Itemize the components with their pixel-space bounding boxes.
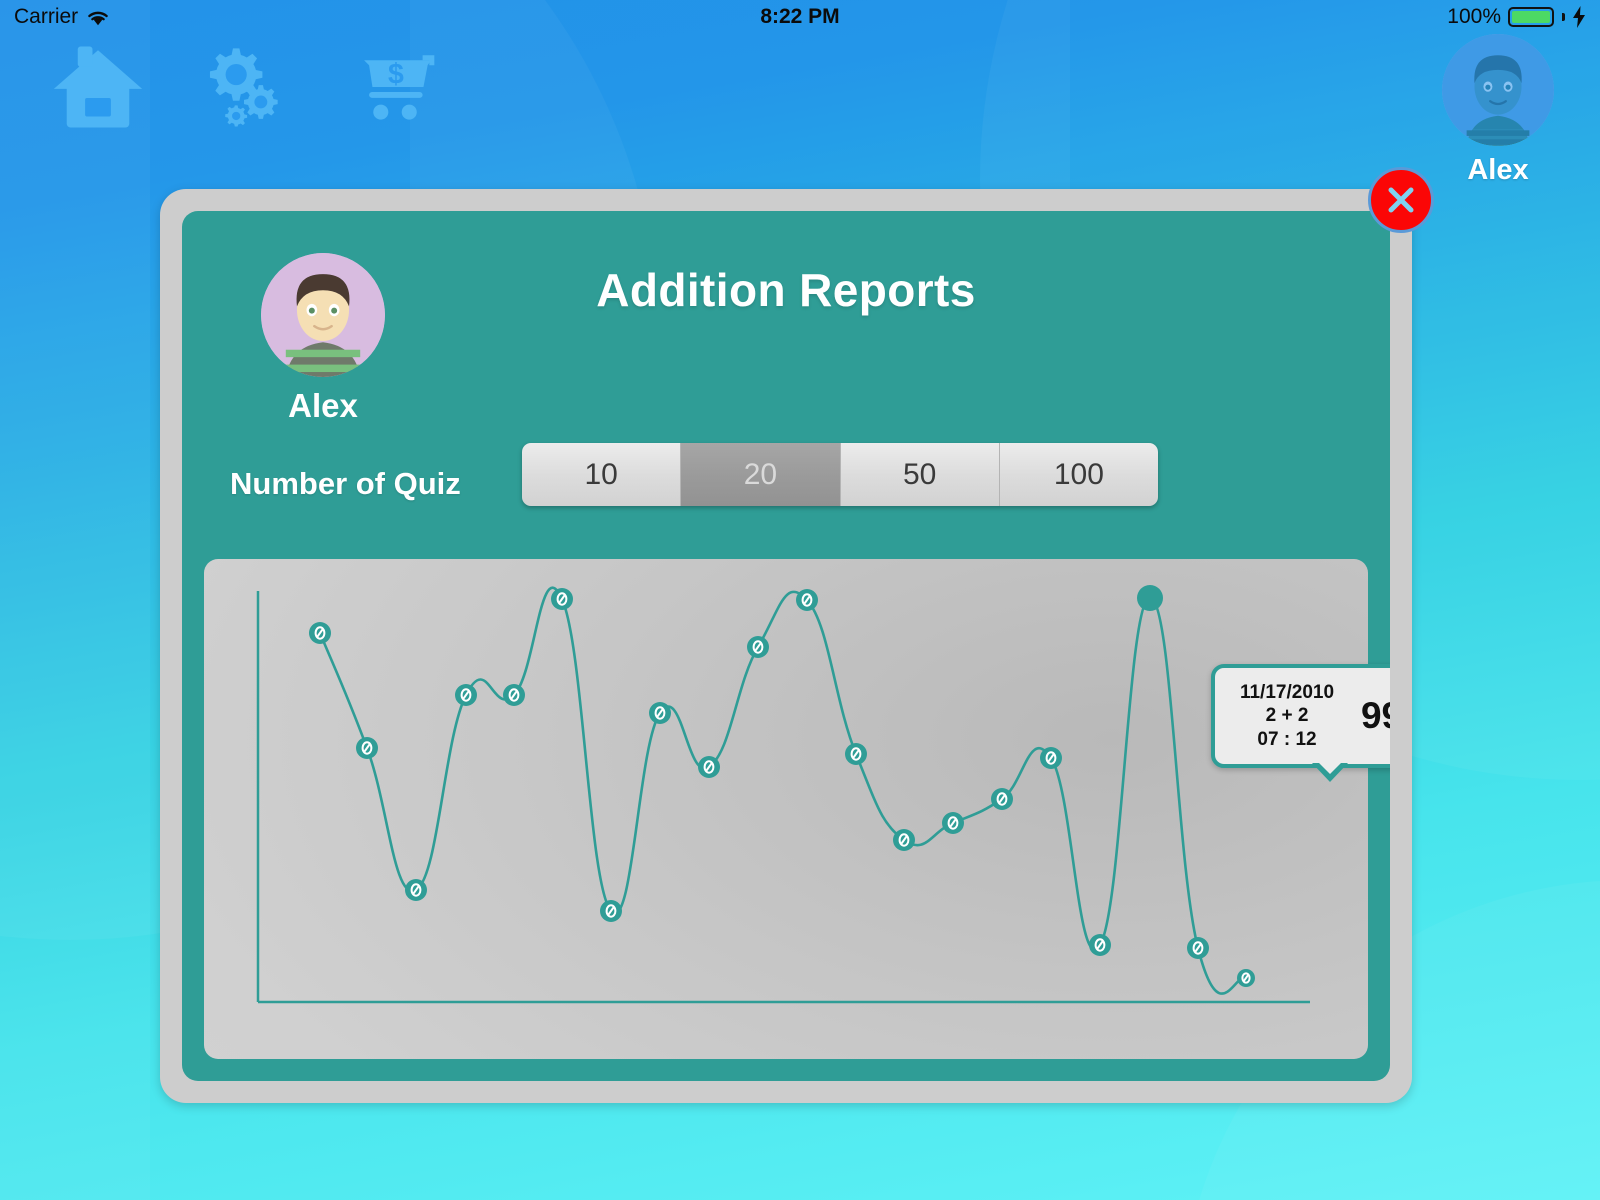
battery-nub <box>1562 13 1565 21</box>
report-chart-panel <box>204 559 1368 1059</box>
line-chart[interactable] <box>204 559 1368 1059</box>
background-band-1 <box>0 0 150 1200</box>
data-point-marker[interactable] <box>991 788 1013 810</box>
tooltip-score: 99% <box>1360 695 1390 736</box>
data-point-marker[interactable] <box>747 636 769 658</box>
tooltip-pointer-inner <box>1317 761 1343 774</box>
chart-axes <box>256 591 1310 1004</box>
data-point-marker[interactable] <box>649 702 671 724</box>
data-point-marker[interactable] <box>698 756 720 778</box>
page-title: Addition Reports <box>596 264 976 316</box>
close-button[interactable] <box>1368 167 1434 233</box>
close-icon <box>1388 187 1414 213</box>
data-point-marker[interactable] <box>1040 747 1062 769</box>
toolbar: $ <box>52 44 436 130</box>
dialog-user-name: Alex <box>288 387 358 424</box>
settings-gears-icon[interactable] <box>198 44 290 130</box>
status-bar-clock: 8:22 PM <box>0 0 1600 34</box>
score-line-series <box>318 586 1248 995</box>
segment-option-100[interactable]: 100 <box>999 443 1158 506</box>
tooltip-details: 11/17/2010 2 + 2 07 : 12 <box>1215 681 1351 751</box>
segment-option-50[interactable]: 50 <box>840 443 1000 506</box>
tooltip-problem: 2 + 2 <box>1265 705 1309 727</box>
data-point-marker[interactable] <box>1089 934 1111 956</box>
quiz-count-label: Number of Quiz <box>230 466 461 501</box>
data-point-marker[interactable] <box>503 684 525 706</box>
app-screen: Carrier 8:22 PM 100% $ Alex Alex Additio… <box>0 0 1600 1200</box>
data-point-marker-selected[interactable] <box>1137 585 1163 611</box>
lightning-bolt-icon <box>1573 6 1585 28</box>
shopping-cart-dollar-icon[interactable]: $ <box>344 44 436 130</box>
data-point-marker[interactable] <box>942 812 964 834</box>
quiz-count-segmented-control[interactable]: 10 20 50 100 <box>522 443 1158 506</box>
data-point-marker[interactable] <box>600 900 622 922</box>
data-point-marker[interactable] <box>551 588 573 610</box>
top-user-profile[interactable]: Alex <box>1438 34 1558 187</box>
segment-option-10[interactable]: 10 <box>522 443 682 506</box>
battery-percent-label: 100% <box>1447 5 1501 28</box>
avatar[interactable] <box>1442 34 1554 146</box>
data-point-marker[interactable] <box>309 622 331 644</box>
data-point-marker[interactable] <box>796 589 818 611</box>
data-point-marker[interactable] <box>1187 937 1209 959</box>
segment-option-20[interactable]: 20 <box>681 443 841 506</box>
avatar-tint-overlay <box>1442 34 1554 146</box>
data-point-markers[interactable] <box>309 585 1255 987</box>
data-point-marker[interactable] <box>455 684 477 706</box>
home-icon[interactable] <box>52 44 144 130</box>
dialog-body: Alex Addition Reports Number of Quiz 10 … <box>182 211 1390 1081</box>
top-user-name: Alex <box>1467 154 1529 186</box>
battery-full-icon <box>1508 7 1554 27</box>
svg-text:$: $ <box>388 59 404 91</box>
clock-label: 8:22 PM <box>760 5 840 28</box>
status-bar-right: 100% <box>1447 0 1586 34</box>
data-point-marker[interactable] <box>1237 969 1255 987</box>
data-point-marker[interactable] <box>893 829 915 851</box>
status-bar: Carrier 8:22 PM 100% <box>0 0 1600 34</box>
tooltip-date: 11/17/2010 <box>1239 682 1335 704</box>
tooltip-time: 07 : 12 <box>1257 728 1317 750</box>
data-point-marker[interactable] <box>405 879 427 901</box>
data-point-tooltip: 11/17/2010 2 + 2 07 : 12 99% <box>1211 664 1390 782</box>
data-point-marker[interactable] <box>845 743 867 765</box>
reports-dialog: Alex Addition Reports Number of Quiz 10 … <box>160 167 1434 1103</box>
data-point-marker[interactable] <box>356 737 378 759</box>
